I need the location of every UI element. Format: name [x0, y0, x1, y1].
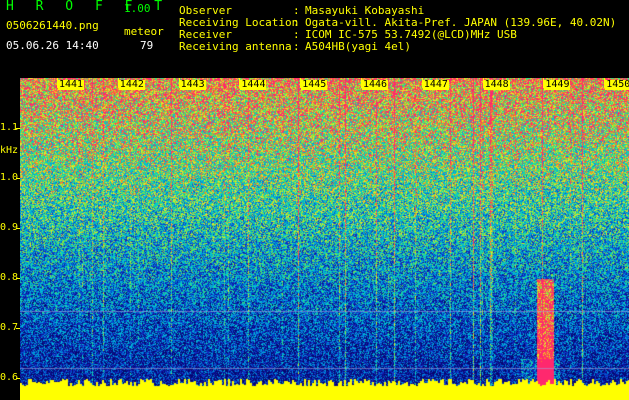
date-time: 05.06.26 14:40 [6, 39, 99, 52]
y-tick-mark [16, 328, 20, 329]
meteor-count: 79 [140, 39, 154, 52]
header-panel: H R O F F T 1.00 0506261440.png meteor 0… [0, 0, 629, 72]
file-name: 0506261440.png [6, 19, 99, 32]
minute-label: 1448 [483, 79, 510, 90]
meteor-label: meteor [124, 25, 164, 38]
app-version: 1.00 [124, 2, 151, 15]
minute-label: 1442 [118, 79, 145, 90]
spectrogram [20, 78, 629, 400]
minute-label: 1443 [179, 79, 206, 90]
y-tick-mark [16, 278, 20, 279]
minute-label: 1447 [422, 79, 449, 90]
info-sep-antenna: : [293, 40, 300, 53]
info-label-antenna: Receiving antenna [179, 40, 292, 53]
y-tick-mark [16, 228, 20, 229]
y-tick-mark [16, 378, 20, 379]
minute-label: 1444 [240, 79, 267, 90]
minute-label: 1449 [544, 79, 571, 90]
minute-label: 1450 [605, 80, 629, 90]
minute-label: 1446 [362, 79, 389, 90]
info-value-antenna: A504HB(yagi 4el) [305, 40, 411, 53]
axis-unit: kHz [0, 145, 19, 156]
minute-label: 1441 [58, 79, 85, 90]
minute-label: 1445 [301, 79, 328, 90]
y-tick-mark [16, 178, 20, 179]
y-tick-mark [16, 128, 20, 129]
